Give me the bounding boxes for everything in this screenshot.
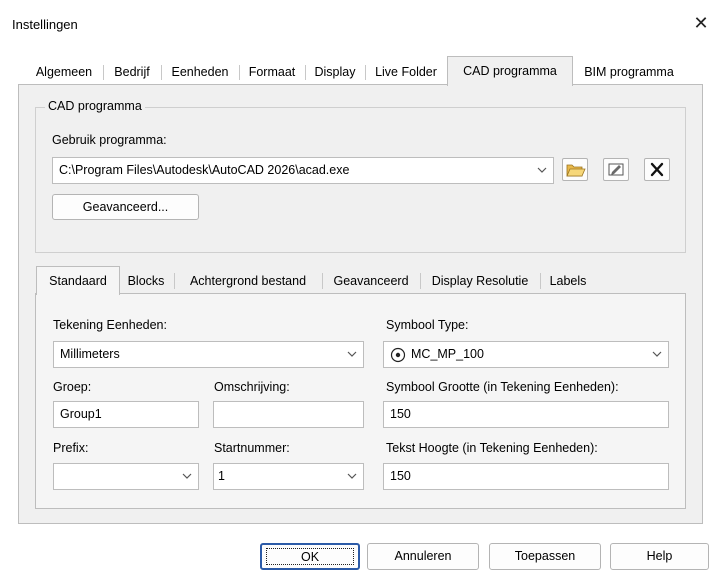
program-path-combo[interactable]: C:\Program Files\Autodesk\AutoCAD 2026\a…	[52, 157, 554, 184]
group-label: Groep:	[53, 380, 92, 394]
tab-display-resolutie[interactable]: Display Resolutie	[421, 270, 539, 292]
program-path-value: C:\Program Files\Autodesk\AutoCAD 2026\a…	[59, 163, 350, 177]
tab-standaard[interactable]: Standaard	[36, 266, 120, 295]
tab-cad-programma[interactable]: CAD programma	[447, 56, 573, 86]
group-input[interactable]: Group1	[53, 401, 199, 428]
advanced-button[interactable]: Geavanceerd...	[52, 194, 199, 220]
symbol-size-label: Symbool Grootte (in Tekening Eenheden):	[386, 380, 619, 394]
remove-program-button[interactable]	[644, 158, 670, 181]
symbol-type-value: MC_MP_100	[411, 347, 484, 361]
program-label: Gebruik programma:	[52, 133, 167, 147]
cancel-button[interactable]: Annuleren	[367, 543, 479, 570]
text-height-value: 150	[390, 469, 411, 483]
delete-x-icon	[650, 162, 664, 177]
tab-bedrijf[interactable]: Bedrijf	[104, 60, 160, 84]
help-button[interactable]: Help	[610, 543, 709, 570]
symbol-size-value: 150	[390, 407, 411, 421]
prefix-label: Prefix:	[53, 441, 89, 455]
chevron-down-icon	[652, 351, 662, 357]
drawing-units-select[interactable]: Millimeters	[53, 341, 364, 368]
tab-display[interactable]: Display	[306, 60, 364, 84]
folder-open-icon	[566, 164, 586, 177]
symbol-type-label: Symbool Type:	[386, 318, 469, 332]
tab-blocks[interactable]: Blocks	[119, 270, 173, 292]
advanced-button-label: Geavanceerd...	[82, 200, 169, 214]
drawing-units-value: Millimeters	[60, 347, 120, 361]
tab-labels[interactable]: Labels	[541, 270, 595, 292]
ok-button[interactable]: OK	[260, 543, 360, 570]
apply-button-label: Toepassen	[514, 549, 576, 563]
text-height-input[interactable]: 150	[383, 463, 669, 490]
start-number-value: 1	[218, 469, 225, 483]
window-title: Instellingen	[12, 17, 78, 32]
text-height-label: Tekst Hoogte (in Tekening Eenheden):	[386, 441, 598, 455]
cad-programma-legend: CAD programma	[45, 99, 145, 113]
group-value: Group1	[60, 407, 102, 421]
edit-program-button[interactable]	[603, 158, 629, 181]
prefix-select[interactable]	[53, 463, 199, 490]
target-symbol-icon	[390, 347, 406, 363]
cancel-button-label: Annuleren	[394, 549, 452, 563]
apply-button[interactable]: Toepassen	[489, 543, 601, 570]
browse-folder-button[interactable]	[562, 158, 588, 181]
start-number-select[interactable]: 1	[213, 463, 364, 490]
help-button-label: Help	[646, 549, 673, 563]
close-icon[interactable]: ✕	[690, 10, 712, 36]
focus-rectangle	[266, 548, 354, 565]
tab-eenheden[interactable]: Eenheden	[162, 60, 238, 84]
edit-icon	[608, 163, 624, 176]
tab-achtergrond-bestand[interactable]: Achtergrond bestand	[175, 270, 321, 292]
chevron-down-icon	[347, 351, 357, 357]
chevron-down-icon	[537, 167, 547, 173]
drawing-units-label: Tekening Eenheden:	[53, 318, 167, 332]
chevron-down-icon	[182, 473, 192, 479]
tab-formaat[interactable]: Formaat	[240, 60, 304, 84]
chevron-down-icon	[347, 473, 357, 479]
tab-geavanceerd[interactable]: Geavanceerd	[323, 270, 419, 292]
tab-live-folder[interactable]: Live Folder	[366, 60, 446, 84]
symbol-type-select[interactable]: MC_MP_100	[383, 341, 669, 368]
tab-algemeen[interactable]: Algemeen	[26, 60, 102, 84]
start-number-label: Startnummer:	[214, 441, 290, 455]
description-input[interactable]	[213, 401, 364, 428]
tab-bim-programma[interactable]: BIM programma	[572, 60, 686, 84]
symbol-size-input[interactable]: 150	[383, 401, 669, 428]
description-label: Omschrijving:	[214, 380, 290, 394]
